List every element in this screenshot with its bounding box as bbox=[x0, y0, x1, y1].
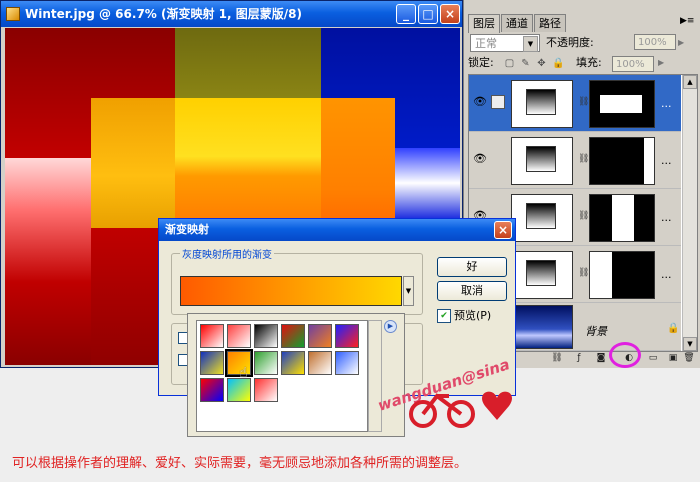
preview-checkbox[interactable]: ✔ 预览(P) bbox=[437, 309, 491, 323]
ok-button[interactable]: 好 bbox=[437, 257, 507, 277]
image-window-title: Winter.jpg @ 66.7% (渐变映射 1, 图层蒙版/8) bbox=[25, 7, 302, 21]
blend-mode-value: 正常 bbox=[475, 37, 497, 50]
lock-pixels-icon[interactable]: ✎ bbox=[520, 58, 531, 69]
opacity-arrow-icon[interactable]: ▶ bbox=[678, 34, 684, 52]
gradient-preset-swatch[interactable] bbox=[281, 324, 305, 348]
bicycle-logo-icon bbox=[409, 391, 512, 428]
gradient-preview-bar[interactable] bbox=[180, 276, 402, 306]
hand-cursor-icon: ☝ bbox=[239, 365, 248, 381]
panel-tabs: 图层 通道 路径 bbox=[468, 14, 567, 33]
gradient-preset-swatch[interactable] bbox=[335, 324, 359, 348]
blend-mode-select[interactable]: 正常 ▼ bbox=[470, 34, 540, 52]
adjustment-thumbnail bbox=[511, 251, 573, 299]
gradient-preset-swatch[interactable] bbox=[254, 378, 278, 402]
layer-row-gradient-map-1[interactable]: 👁 ⛓ ... bbox=[469, 75, 681, 132]
gradient-preset-swatch[interactable] bbox=[281, 351, 305, 375]
caption-text: 可以根据操作者的理解、爱好、实际需要，毫无顾忌地添加各种所需的调整层。 bbox=[12, 456, 468, 471]
lock-icon: 🔒 bbox=[667, 323, 680, 334]
fill-arrow-icon[interactable]: ▶ bbox=[658, 54, 664, 72]
adjustment-thumbnail bbox=[511, 80, 573, 128]
image-window-titlebar[interactable]: Winter.jpg @ 66.7% (渐变映射 1, 图层蒙版/8) _ □ … bbox=[1, 1, 462, 27]
new-layer-icon[interactable]: ▣ bbox=[666, 352, 680, 364]
panel-menu-icon[interactable]: ▶≡ bbox=[680, 16, 694, 28]
link-icon[interactable]: ⛓ bbox=[550, 352, 564, 364]
adjustment-thumbnail bbox=[511, 137, 573, 185]
gradient-preset-swatch[interactable] bbox=[200, 378, 224, 402]
gradient-group: 灰度映射所用的渐变 ▼ bbox=[171, 246, 423, 315]
gradient-preset-swatch[interactable] bbox=[227, 324, 251, 348]
preview-label: 预览(P) bbox=[454, 309, 492, 322]
fx-icon[interactable]: ƒ bbox=[572, 352, 586, 364]
gradient-preset-swatch[interactable] bbox=[308, 351, 332, 375]
watermark: wangduan@sina bbox=[375, 355, 535, 434]
dialog-close-button[interactable]: × bbox=[494, 221, 512, 239]
orange-block-3 bbox=[321, 98, 395, 228]
link-chain-icon[interactable]: ⛓ bbox=[578, 154, 589, 166]
pink-snow-left bbox=[5, 158, 91, 365]
minimize-button[interactable]: _ bbox=[396, 4, 416, 24]
trash-icon[interactable]: 🗑 bbox=[682, 352, 696, 364]
orange-yellow-block-1 bbox=[91, 98, 175, 228]
fill-field[interactable]: 100% bbox=[612, 56, 654, 72]
dialog-titlebar[interactable]: 渐变映射 × bbox=[159, 219, 515, 241]
picker-menu-icon[interactable]: ▶ bbox=[384, 320, 397, 333]
adjustment-indicator-icon bbox=[491, 95, 505, 109]
lock-label: 锁定: bbox=[468, 56, 494, 69]
tab-channels[interactable]: 通道 bbox=[501, 14, 533, 32]
group-icon[interactable]: ▭ bbox=[646, 352, 660, 364]
gradient-preset-swatch[interactable] bbox=[308, 324, 332, 348]
opacity-label: 不透明度: bbox=[546, 36, 594, 49]
olive-region-top bbox=[175, 28, 321, 98]
mask-icon[interactable]: ◙ bbox=[594, 352, 608, 364]
dialog-title: 渐变映射 bbox=[165, 223, 209, 236]
gradient-preset-swatch[interactable] bbox=[227, 378, 251, 402]
layer-row-menu: ... bbox=[661, 268, 672, 281]
lock-position-icon[interactable]: ✥ bbox=[536, 58, 547, 69]
gradient-preset-swatch[interactable] bbox=[335, 351, 359, 375]
opacity-field[interactable]: 100% bbox=[634, 34, 676, 50]
scroll-up-icon[interactable]: ▲ bbox=[683, 75, 697, 89]
layer-list-scrollbar[interactable]: ▲ ▼ bbox=[682, 75, 697, 351]
lock-fill-row: 锁定: ▢ ✎ ✥ 🔒 填充: 100% ▶ bbox=[468, 56, 696, 74]
lock-transparency-icon[interactable]: ▢ bbox=[504, 58, 515, 69]
background-thumbnail bbox=[511, 305, 573, 349]
link-chain-icon[interactable]: ⛓ bbox=[578, 211, 589, 223]
fill-label: 填充: bbox=[576, 56, 602, 69]
highlight-circle bbox=[609, 342, 641, 368]
scroll-down-icon[interactable]: ▼ bbox=[683, 337, 697, 351]
document-icon bbox=[6, 7, 20, 21]
gradient-dropdown-arrow[interactable]: ▼ bbox=[403, 276, 414, 306]
layer-mask-thumbnail[interactable] bbox=[589, 137, 655, 185]
link-chain-icon[interactable]: ⛓ bbox=[578, 268, 589, 280]
maximize-button[interactable]: □ bbox=[418, 4, 438, 24]
eye-icon[interactable]: 👁 bbox=[473, 95, 487, 109]
tab-paths[interactable]: 路径 bbox=[534, 14, 566, 32]
gradient-group-label: 灰度映射所用的渐变 bbox=[180, 246, 274, 261]
gradient-preset-swatch[interactable] bbox=[200, 351, 224, 375]
eye-icon[interactable]: 👁 bbox=[473, 152, 487, 166]
lock-all-icon[interactable]: 🔒 bbox=[552, 58, 564, 69]
layer-mask-thumbnail[interactable] bbox=[589, 80, 655, 128]
gradient-preset-swatch[interactable] bbox=[200, 324, 224, 348]
layer-row-menu: ... bbox=[661, 154, 672, 167]
close-button[interactable]: × bbox=[440, 4, 460, 24]
link-chain-icon[interactable]: ⛓ bbox=[578, 97, 589, 109]
tab-layers[interactable]: 图层 bbox=[468, 14, 500, 33]
blend-opacity-row: 正常 ▼ 不透明度: 100% ▶ bbox=[468, 34, 696, 54]
adjustment-thumbnail bbox=[511, 194, 573, 242]
layer-row-menu: ... bbox=[661, 211, 672, 224]
layer-mask-thumbnail[interactable] bbox=[589, 194, 655, 242]
background-layer-name: 背景 bbox=[585, 325, 607, 338]
layer-mask-thumbnail[interactable] bbox=[589, 251, 655, 299]
checkmark-icon: ✔ bbox=[437, 309, 451, 323]
gradient-preset-swatch[interactable] bbox=[254, 351, 278, 375]
gradient-preset-grid[interactable]: ☝ bbox=[196, 320, 368, 432]
gradient-preset-picker: ☝ ▶ bbox=[187, 313, 405, 437]
gradient-preset-swatch[interactable] bbox=[254, 324, 278, 348]
chevron-down-icon: ▼ bbox=[523, 36, 538, 52]
layer-row-gradient-map-2[interactable]: 👁 ⛓ ... bbox=[469, 132, 681, 189]
yellow-orange-block-2 bbox=[175, 98, 321, 228]
layer-row-menu: ... bbox=[661, 97, 672, 110]
cancel-button[interactable]: 取消 bbox=[437, 281, 507, 301]
